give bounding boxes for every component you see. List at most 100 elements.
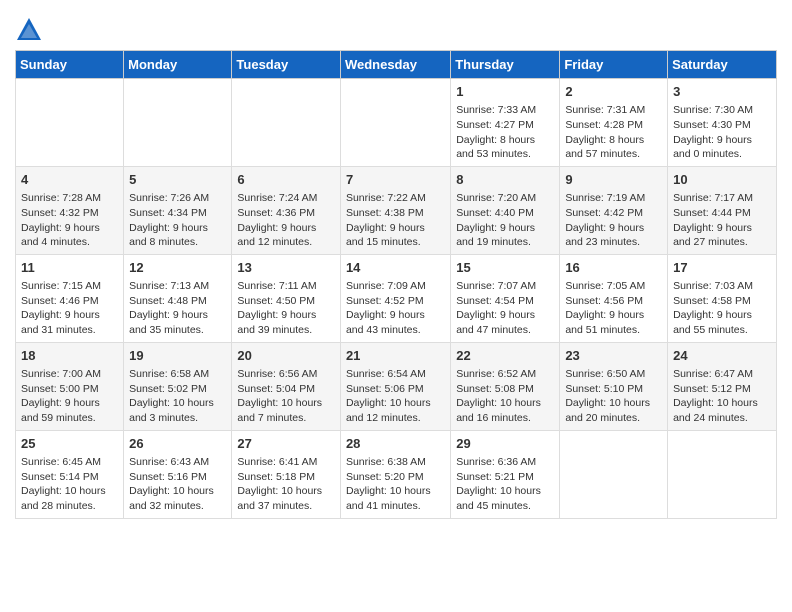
day-info-line: Sunrise: 7:28 AM xyxy=(21,191,118,206)
day-info-line: Sunrise: 7:03 AM xyxy=(673,279,771,294)
day-info-line: Sunset: 4:46 PM xyxy=(21,294,118,309)
day-info-line: Daylight: 9 hours xyxy=(456,221,554,236)
day-number: 8 xyxy=(456,171,554,189)
day-info-line: Sunset: 4:50 PM xyxy=(237,294,335,309)
day-info-line: and 35 minutes. xyxy=(129,323,226,338)
calendar-cell: 19Sunrise: 6:58 AMSunset: 5:02 PMDayligh… xyxy=(124,342,232,430)
calendar-cell: 27Sunrise: 6:41 AMSunset: 5:18 PMDayligh… xyxy=(232,430,341,518)
day-info-line: and 43 minutes. xyxy=(346,323,445,338)
logo-icon xyxy=(15,16,43,44)
calendar-cell xyxy=(340,79,450,167)
calendar-week-1: 4Sunrise: 7:28 AMSunset: 4:32 PMDaylight… xyxy=(16,166,777,254)
day-info-line: Sunset: 4:36 PM xyxy=(237,206,335,221)
day-info-line: and 31 minutes. xyxy=(21,323,118,338)
calendar-cell: 13Sunrise: 7:11 AMSunset: 4:50 PMDayligh… xyxy=(232,254,341,342)
day-info-line: Sunset: 5:18 PM xyxy=(237,470,335,485)
calendar-cell: 8Sunrise: 7:20 AMSunset: 4:40 PMDaylight… xyxy=(451,166,560,254)
day-number: 9 xyxy=(565,171,662,189)
calendar-cell: 25Sunrise: 6:45 AMSunset: 5:14 PMDayligh… xyxy=(16,430,124,518)
day-info-line: Daylight: 9 hours xyxy=(129,221,226,236)
day-info-line: and 4 minutes. xyxy=(21,235,118,250)
day-info-line: Sunrise: 7:30 AM xyxy=(673,103,771,118)
day-info-line: Sunset: 4:58 PM xyxy=(673,294,771,309)
day-info-line: Sunset: 5:02 PM xyxy=(129,382,226,397)
day-info-line: Daylight: 10 hours xyxy=(456,484,554,499)
day-info-line: and 51 minutes. xyxy=(565,323,662,338)
day-number: 6 xyxy=(237,171,335,189)
day-info-line: and 23 minutes. xyxy=(565,235,662,250)
day-info-line: Daylight: 9 hours xyxy=(21,396,118,411)
day-info-line: Sunrise: 7:24 AM xyxy=(237,191,335,206)
calendar-cell: 3Sunrise: 7:30 AMSunset: 4:30 PMDaylight… xyxy=(668,79,777,167)
day-number: 7 xyxy=(346,171,445,189)
day-info-line: Sunrise: 6:47 AM xyxy=(673,367,771,382)
calendar-cell xyxy=(16,79,124,167)
day-number: 17 xyxy=(673,259,771,277)
calendar-cell: 24Sunrise: 6:47 AMSunset: 5:12 PMDayligh… xyxy=(668,342,777,430)
day-number: 20 xyxy=(237,347,335,365)
day-number: 23 xyxy=(565,347,662,365)
calendar-cell: 7Sunrise: 7:22 AMSunset: 4:38 PMDaylight… xyxy=(340,166,450,254)
calendar-cell: 9Sunrise: 7:19 AMSunset: 4:42 PMDaylight… xyxy=(560,166,668,254)
day-info-line: Sunrise: 7:13 AM xyxy=(129,279,226,294)
day-info-line: Sunrise: 6:54 AM xyxy=(346,367,445,382)
day-info-line: Daylight: 9 hours xyxy=(565,221,662,236)
day-number: 15 xyxy=(456,259,554,277)
logo xyxy=(15,16,47,44)
calendar-week-3: 18Sunrise: 7:00 AMSunset: 5:00 PMDayligh… xyxy=(16,342,777,430)
day-info-line: and 41 minutes. xyxy=(346,499,445,514)
day-number: 16 xyxy=(565,259,662,277)
day-number: 28 xyxy=(346,435,445,453)
calendar-cell xyxy=(560,430,668,518)
day-info-line: Sunset: 4:34 PM xyxy=(129,206,226,221)
day-info-line: Daylight: 9 hours xyxy=(129,308,226,323)
day-info-line: and 45 minutes. xyxy=(456,499,554,514)
day-info-line: Daylight: 9 hours xyxy=(346,221,445,236)
calendar-cell: 16Sunrise: 7:05 AMSunset: 4:56 PMDayligh… xyxy=(560,254,668,342)
day-number: 19 xyxy=(129,347,226,365)
header-friday: Friday xyxy=(560,51,668,79)
day-info-line: and 39 minutes. xyxy=(237,323,335,338)
day-info-line: Sunrise: 7:05 AM xyxy=(565,279,662,294)
calendar-cell: 17Sunrise: 7:03 AMSunset: 4:58 PMDayligh… xyxy=(668,254,777,342)
calendar-cell xyxy=(668,430,777,518)
calendar-cell: 20Sunrise: 6:56 AMSunset: 5:04 PMDayligh… xyxy=(232,342,341,430)
day-info-line: Sunset: 5:00 PM xyxy=(21,382,118,397)
day-info-line: Sunrise: 6:36 AM xyxy=(456,455,554,470)
day-number: 5 xyxy=(129,171,226,189)
day-info-line: Daylight: 10 hours xyxy=(673,396,771,411)
day-info-line: Sunrise: 7:11 AM xyxy=(237,279,335,294)
day-info-line: Sunrise: 7:15 AM xyxy=(21,279,118,294)
day-info-line: Sunrise: 6:56 AM xyxy=(237,367,335,382)
day-info-line: Daylight: 9 hours xyxy=(346,308,445,323)
header-sunday: Sunday xyxy=(16,51,124,79)
day-info-line: Sunset: 4:52 PM xyxy=(346,294,445,309)
calendar-week-4: 25Sunrise: 6:45 AMSunset: 5:14 PMDayligh… xyxy=(16,430,777,518)
day-info-line: Sunset: 4:30 PM xyxy=(673,118,771,133)
day-number: 1 xyxy=(456,83,554,101)
day-info-line: Sunrise: 7:09 AM xyxy=(346,279,445,294)
calendar-cell: 6Sunrise: 7:24 AMSunset: 4:36 PMDaylight… xyxy=(232,166,341,254)
calendar-cell: 1Sunrise: 7:33 AMSunset: 4:27 PMDaylight… xyxy=(451,79,560,167)
calendar-cell: 29Sunrise: 6:36 AMSunset: 5:21 PMDayligh… xyxy=(451,430,560,518)
calendar-cell: 23Sunrise: 6:50 AMSunset: 5:10 PMDayligh… xyxy=(560,342,668,430)
day-info-line: Daylight: 10 hours xyxy=(129,484,226,499)
calendar-cell: 22Sunrise: 6:52 AMSunset: 5:08 PMDayligh… xyxy=(451,342,560,430)
day-info-line: Sunset: 4:56 PM xyxy=(565,294,662,309)
day-info-line: Sunset: 4:54 PM xyxy=(456,294,554,309)
day-info-line: Sunrise: 6:45 AM xyxy=(21,455,118,470)
calendar-table: SundayMondayTuesdayWednesdayThursdayFrid… xyxy=(15,50,777,519)
calendar-cell: 14Sunrise: 7:09 AMSunset: 4:52 PMDayligh… xyxy=(340,254,450,342)
day-info-line: and 16 minutes. xyxy=(456,411,554,426)
day-info-line: Sunset: 4:44 PM xyxy=(673,206,771,221)
calendar-cell: 4Sunrise: 7:28 AMSunset: 4:32 PMDaylight… xyxy=(16,166,124,254)
day-info-line: Daylight: 10 hours xyxy=(346,396,445,411)
day-number: 27 xyxy=(237,435,335,453)
day-info-line: and 59 minutes. xyxy=(21,411,118,426)
calendar-cell: 5Sunrise: 7:26 AMSunset: 4:34 PMDaylight… xyxy=(124,166,232,254)
day-info-line: and 53 minutes. xyxy=(456,147,554,162)
day-info-line: and 55 minutes. xyxy=(673,323,771,338)
day-info-line: Sunrise: 6:38 AM xyxy=(346,455,445,470)
day-info-line: Daylight: 10 hours xyxy=(346,484,445,499)
calendar-cell xyxy=(232,79,341,167)
